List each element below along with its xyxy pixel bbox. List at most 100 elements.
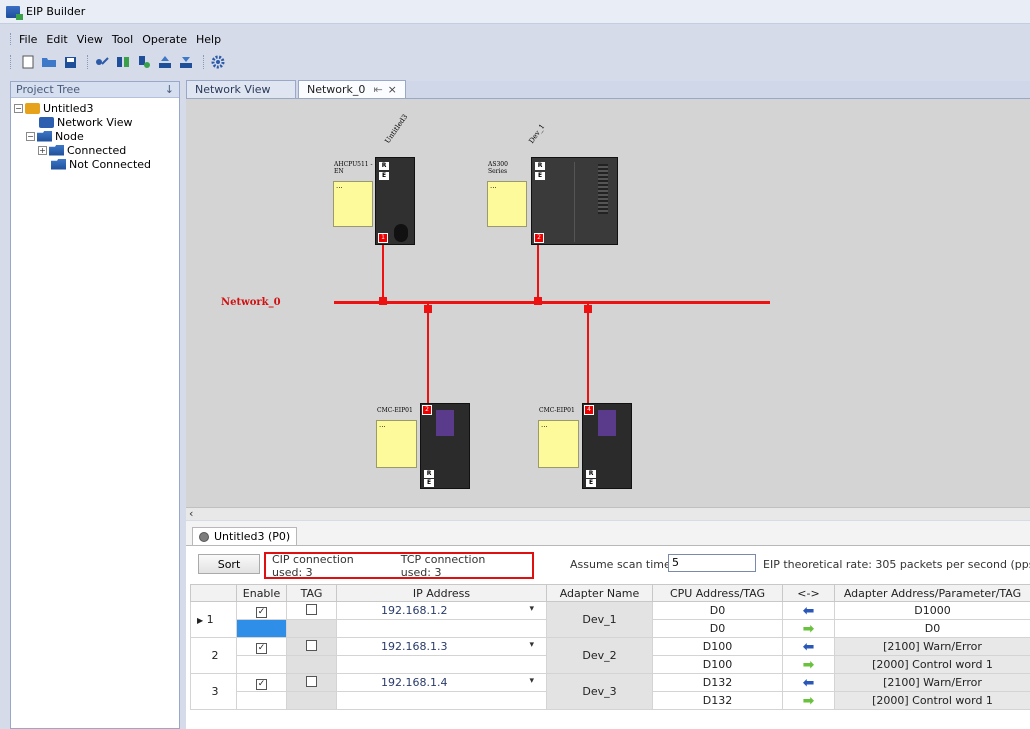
pin-icon[interactable]: ↓ [165,83,174,96]
drive-keypad [598,410,616,436]
tree-item-label: Not Connected [69,157,152,171]
dropdown-icon[interactable]: ▾ [529,604,534,614]
enable-checkbox[interactable]: ✓ [256,606,267,618]
enable-cell[interactable]: ✓ [236,673,287,692]
menu-edit[interactable]: Edit [46,33,67,46]
enable-cell[interactable]: ✓ [236,637,287,656]
drive-device[interactable]: R E 2 [420,403,470,489]
connect-icon[interactable] [135,53,153,71]
plc-as300-device[interactable]: R E 2 [531,157,618,245]
save-icon[interactable] [61,53,79,71]
eip-rate-label: EIP theoretical rate: 305 packets per se… [763,558,1030,571]
tab-untitled3-p0[interactable]: Untitled3 (P0) [192,527,298,545]
new-file-icon[interactable] [19,53,37,71]
direction-cell: ⬅ [782,601,835,620]
scroll-left-icon[interactable]: ‹ [189,507,193,520]
tree-item-untitled3[interactable]: − Untitled3 [11,101,179,115]
device-note[interactable]: ... [487,181,527,227]
tab-pin-icon[interactable]: ⇤ [373,83,382,96]
collapse-icon[interactable]: − [14,103,23,113]
cpu-address-cell[interactable]: D0 [652,619,783,638]
tag-checkbox[interactable] [306,675,317,687]
ip-address-cell[interactable]: 192.168.1.3 ▾ [336,637,547,656]
sort-button[interactable]: Sort [198,554,260,574]
cpu-address-cell[interactable]: D132 [652,691,783,710]
open-folder-icon[interactable] [40,53,58,71]
column-header[interactable]: TAG [286,584,337,602]
table-row[interactable]: ▶ 1 ✓ 192.168.1.2 ▾ Dev_1 D0 ⬅ D1000 [190,601,1030,638]
enable-checkbox[interactable]: ✓ [256,678,267,690]
scan-time-input[interactable]: 5 [668,554,756,572]
column-header[interactable]: <-> [782,584,835,602]
tab-network-0[interactable]: Network_0 ⇤ × [298,80,406,98]
cpu-address-cell[interactable]: D0 [652,601,783,620]
tag-cell[interactable] [286,601,337,620]
device-model-label: CMC-EIP01 [377,407,413,414]
adapter-param-cell[interactable]: [2000] Control word 1 [834,691,1030,710]
dropdown-icon[interactable]: ▾ [529,676,534,686]
network-scan-icon[interactable] [93,53,111,71]
network-canvas[interactable]: Untitled3 AHCPU511 -EN ... R E 1 Dev_1 A… [186,99,1030,507]
table-row[interactable]: 2 ✓ 192.168.1.3 ▾ Dev_2 D100 ⬅ [2100] War… [190,637,1030,674]
ip-address-cell[interactable]: 192.168.1.4 ▾ [336,673,547,692]
adapter-param-cell[interactable]: D0 [834,619,1030,638]
settings-gear-icon[interactable] [209,53,227,71]
drive-device[interactable]: R E 4 [582,403,632,489]
bus-node [379,297,387,305]
column-header[interactable]: IP Address [336,584,547,602]
tree-item-node[interactable]: − Node [11,129,179,143]
column-header[interactable]: Adapter Name [546,584,653,602]
column-header[interactable]: Adapter Address/Parameter/TAG [834,584,1030,602]
enable-cell[interactable]: ✓ [236,601,287,620]
cpu-address-cell[interactable]: D132 [652,673,783,692]
tag-checkbox[interactable] [306,603,317,615]
upload-icon[interactable] [156,53,174,71]
adapter-name-cell[interactable]: Dev_3 [546,673,653,710]
menu-view[interactable]: View [77,33,103,46]
column-header[interactable]: CPU Address/TAG [652,584,783,602]
adapter-param-cell[interactable]: D1000 [834,601,1030,620]
adapter-param-cell[interactable]: [2100] Warn/Error [834,673,1030,692]
tab-network-view[interactable]: Network View [186,80,296,98]
menu-operate[interactable]: Operate [142,33,187,46]
device-note[interactable]: ... [333,181,373,227]
device-note[interactable]: ... [538,420,579,468]
cpu-address-cell[interactable]: D100 [652,655,783,674]
network-bus[interactable] [334,301,770,304]
cpu-address-cell[interactable]: D100 [652,637,783,656]
tree-item-not-connected[interactable]: Not Connected [11,157,179,171]
connection-panel-body: Sort CIP connection used: 3 TCP connecti… [186,545,1030,729]
plc-cpu-device[interactable]: R E 1 [375,157,415,245]
column-header[interactable]: Enable [236,584,287,602]
device-name-label: Untitled3 [383,112,410,145]
device-config-icon[interactable] [114,53,132,71]
tag-cell [286,619,337,638]
tag-cell[interactable] [286,673,337,692]
menu-file[interactable]: File [19,33,37,46]
adapter-name-cell[interactable]: Dev_2 [546,637,653,674]
menu-tool[interactable]: Tool [112,33,133,46]
download-icon[interactable] [177,53,195,71]
port-badge: 1 [378,233,388,243]
enable-cell-selected[interactable] [236,619,287,638]
tag-cell[interactable] [286,637,337,656]
device-note[interactable]: ... [376,420,417,468]
tree-item-network-view[interactable]: Network View [11,115,179,129]
adapter-name-cell[interactable]: Dev_1 [546,601,653,638]
horizontal-scrollbar[interactable]: ‹ [186,507,1030,520]
tree-item-connected[interactable]: + Connected [11,143,179,157]
tag-checkbox[interactable] [306,639,317,651]
network-label[interactable]: Network_0 [221,297,281,308]
table-row[interactable]: 3 ✓ 192.168.1.4 ▾ Dev_3 D132 ⬅ [2100] War… [190,673,1030,710]
tab-close-icon[interactable]: × [388,83,397,96]
ip-address-cell[interactable]: 192.168.1.2 ▾ [336,601,547,620]
enable-checkbox[interactable]: ✓ [256,642,267,654]
dropdown-icon[interactable]: ▾ [529,640,534,650]
adapter-param-cell[interactable]: [2100] Warn/Error [834,637,1030,656]
menu-help[interactable]: Help [196,33,221,46]
adapter-param-cell[interactable]: [2000] Control word 1 [834,655,1030,674]
project-tree-title: Project Tree [16,83,81,96]
collapse-icon[interactable]: − [26,131,35,141]
connector-knob [394,224,408,242]
expand-icon[interactable]: + [38,145,47,155]
